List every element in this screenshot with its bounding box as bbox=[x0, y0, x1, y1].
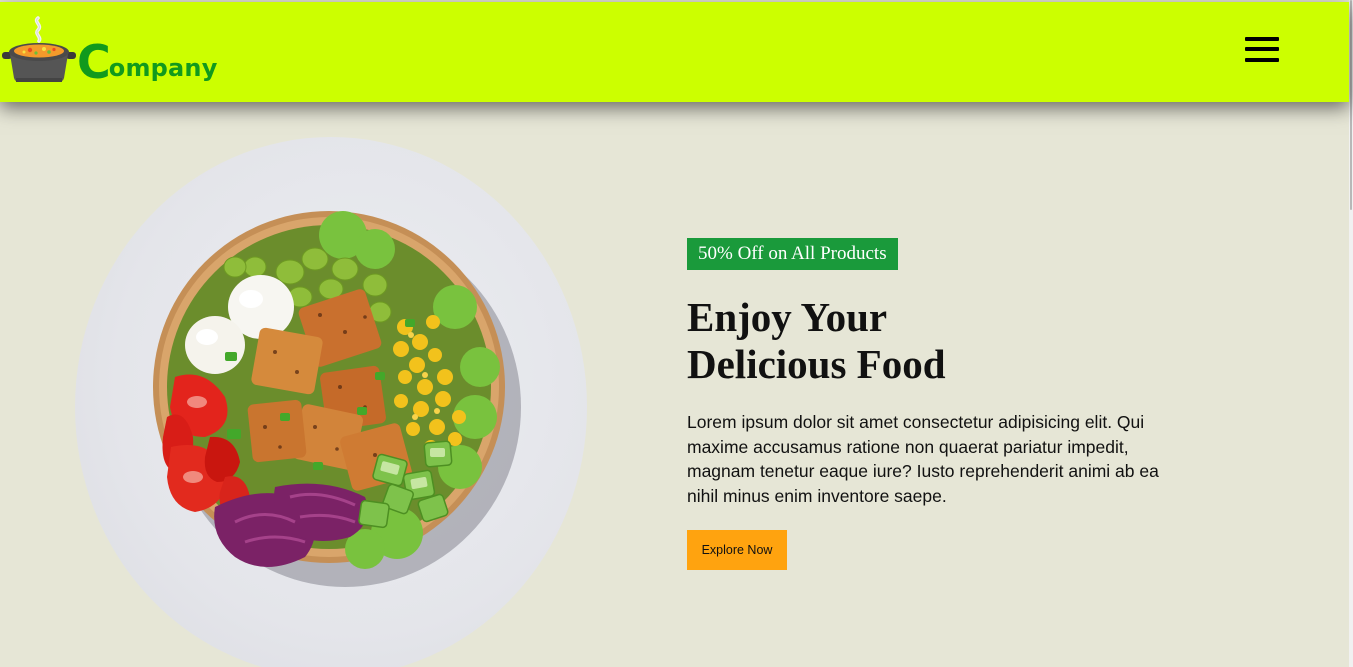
company-logo[interactable]: C ompany bbox=[2, 16, 218, 86]
hamburger-menu-icon[interactable] bbox=[1245, 34, 1281, 64]
hero-description: Lorem ipsum dolor sit amet consectetur a… bbox=[687, 412, 1159, 506]
headline-line-2: Delicious Food bbox=[687, 341, 946, 387]
logo-rest-text: ompany bbox=[108, 54, 218, 82]
logo-first-letter: C bbox=[77, 35, 111, 89]
headline-line-1: Enjoy Your bbox=[687, 294, 888, 340]
hero-headline: Enjoy Your Delicious Food bbox=[687, 294, 1107, 388]
page-scrollbar[interactable] bbox=[1349, 0, 1353, 667]
landing-page: C ompany 50% Off on All Products Enjoy Y… bbox=[0, 0, 1353, 667]
menu-bar-middle bbox=[1245, 47, 1279, 51]
salad-bowl-image bbox=[75, 137, 587, 667]
soup-pot-icon bbox=[2, 16, 76, 82]
company-wordmark: C ompany bbox=[77, 35, 218, 89]
scrollbar-thumb[interactable] bbox=[1350, 0, 1352, 210]
discount-badge: 50% Off on All Products bbox=[687, 238, 898, 270]
menu-bar-bottom bbox=[1245, 58, 1279, 62]
explore-now-button[interactable]: Explore Now bbox=[687, 530, 787, 570]
site-header: C ompany bbox=[0, 2, 1349, 102]
menu-bar-top bbox=[1245, 37, 1279, 41]
